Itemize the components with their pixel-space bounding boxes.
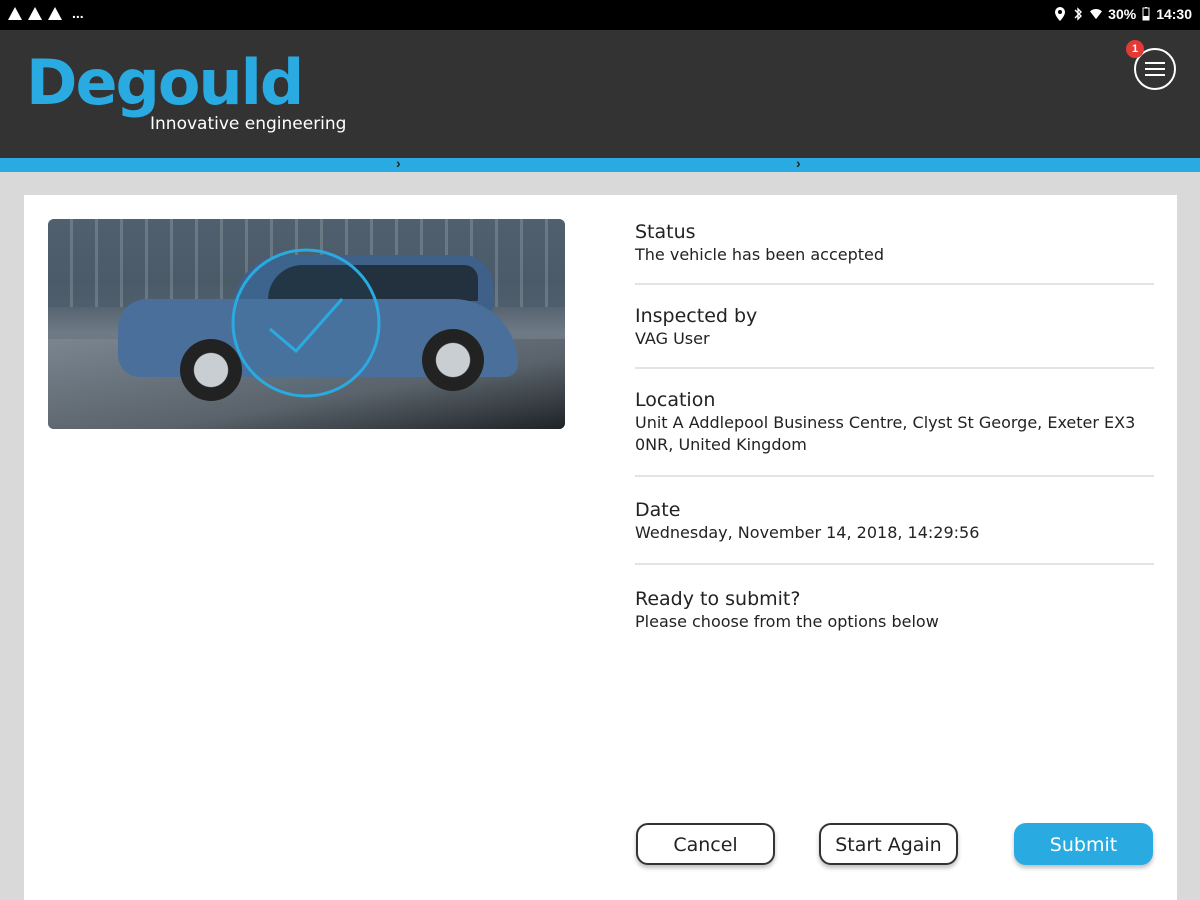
chevron-right-icon: › xyxy=(396,155,401,171)
warning-icon xyxy=(28,6,42,20)
app-header: Degould Innovative engineering 1 xyxy=(0,30,1200,158)
wifi-icon xyxy=(1090,8,1103,20)
inspected-by-label: Inspected by xyxy=(635,305,758,327)
submit-button[interactable]: Submit xyxy=(1014,823,1153,865)
inspection-details: Status The vehicle has been accepted Ins… xyxy=(635,217,1154,633)
ready-value: Please choose from the options below xyxy=(635,612,939,631)
notification-badge: 1 xyxy=(1126,40,1144,58)
brand-logo: Degould xyxy=(26,46,304,119)
checkmark-icon xyxy=(231,248,381,398)
battery-icon xyxy=(1142,7,1150,21)
brand-tagline: Innovative engineering xyxy=(150,114,347,134)
ready-row: Ready to submit? Please choose from the … xyxy=(635,565,1154,633)
status-row: Status The vehicle has been accepted xyxy=(635,217,1154,285)
vehicle-image xyxy=(48,219,565,429)
notification-icons: ... xyxy=(8,6,84,20)
location-value-line2: 0NR, United Kingdom xyxy=(635,435,807,454)
clock: 14:30 xyxy=(1156,6,1192,22)
location-icon xyxy=(1055,7,1066,21)
system-status-bar: ... 30% 14:30 xyxy=(0,0,1200,30)
location-value-line1: Unit A Addlepool Business Centre, Clyst … xyxy=(635,413,1136,432)
summary-card: Status The vehicle has been accepted Ins… xyxy=(24,195,1177,900)
warning-icon xyxy=(48,6,62,20)
cancel-button[interactable]: Cancel xyxy=(636,823,775,865)
step-progress-bar: › › xyxy=(0,155,1200,172)
location-label: Location xyxy=(635,389,716,411)
battery-percent: 30% xyxy=(1108,6,1137,22)
date-value: Wednesday, November 14, 2018, 14:29:56 xyxy=(635,523,980,542)
ready-label: Ready to submit? xyxy=(635,588,801,610)
date-row: Date Wednesday, November 14, 2018, 14:29… xyxy=(635,477,1154,565)
warning-icon xyxy=(8,6,22,20)
bluetooth-icon xyxy=(1074,7,1083,21)
location-row: Location Unit A Addlepool Business Centr… xyxy=(635,369,1154,477)
date-label: Date xyxy=(635,499,681,521)
start-again-button[interactable]: Start Again xyxy=(819,823,958,865)
status-label: Status xyxy=(635,221,696,243)
more-notifications: ... xyxy=(72,5,84,21)
status-value: The vehicle has been accepted xyxy=(635,245,885,264)
inspected-by-row: Inspected by VAG User xyxy=(635,285,1154,369)
inspected-by-value: VAG User xyxy=(635,329,710,348)
system-indicators: 30% 14:30 xyxy=(1054,6,1192,22)
chevron-right-icon: › xyxy=(796,155,801,171)
